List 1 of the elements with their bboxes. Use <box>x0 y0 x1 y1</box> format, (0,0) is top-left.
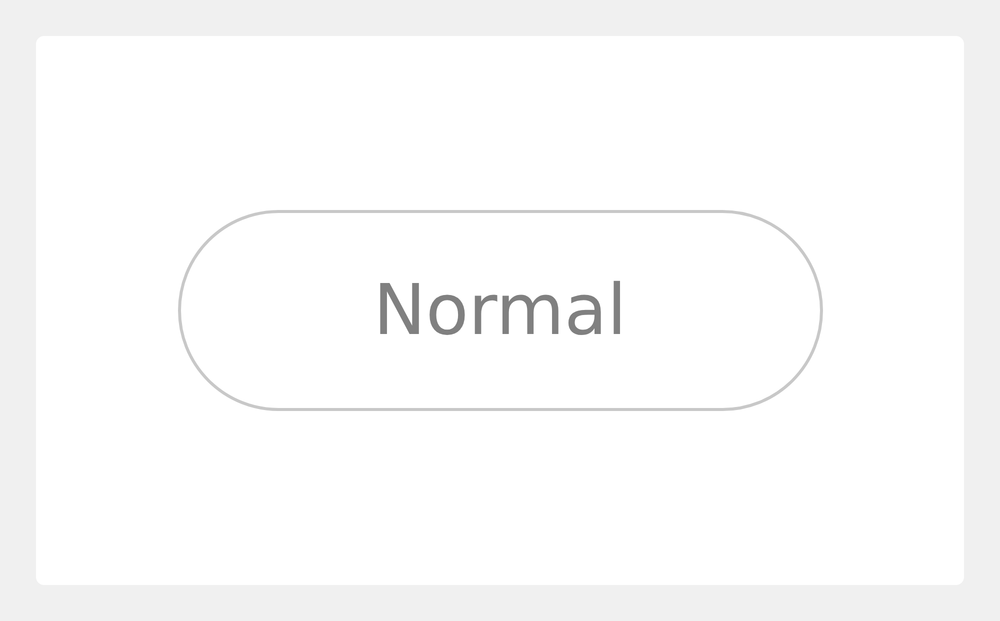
normal-button[interactable]: Normal <box>178 210 822 411</box>
